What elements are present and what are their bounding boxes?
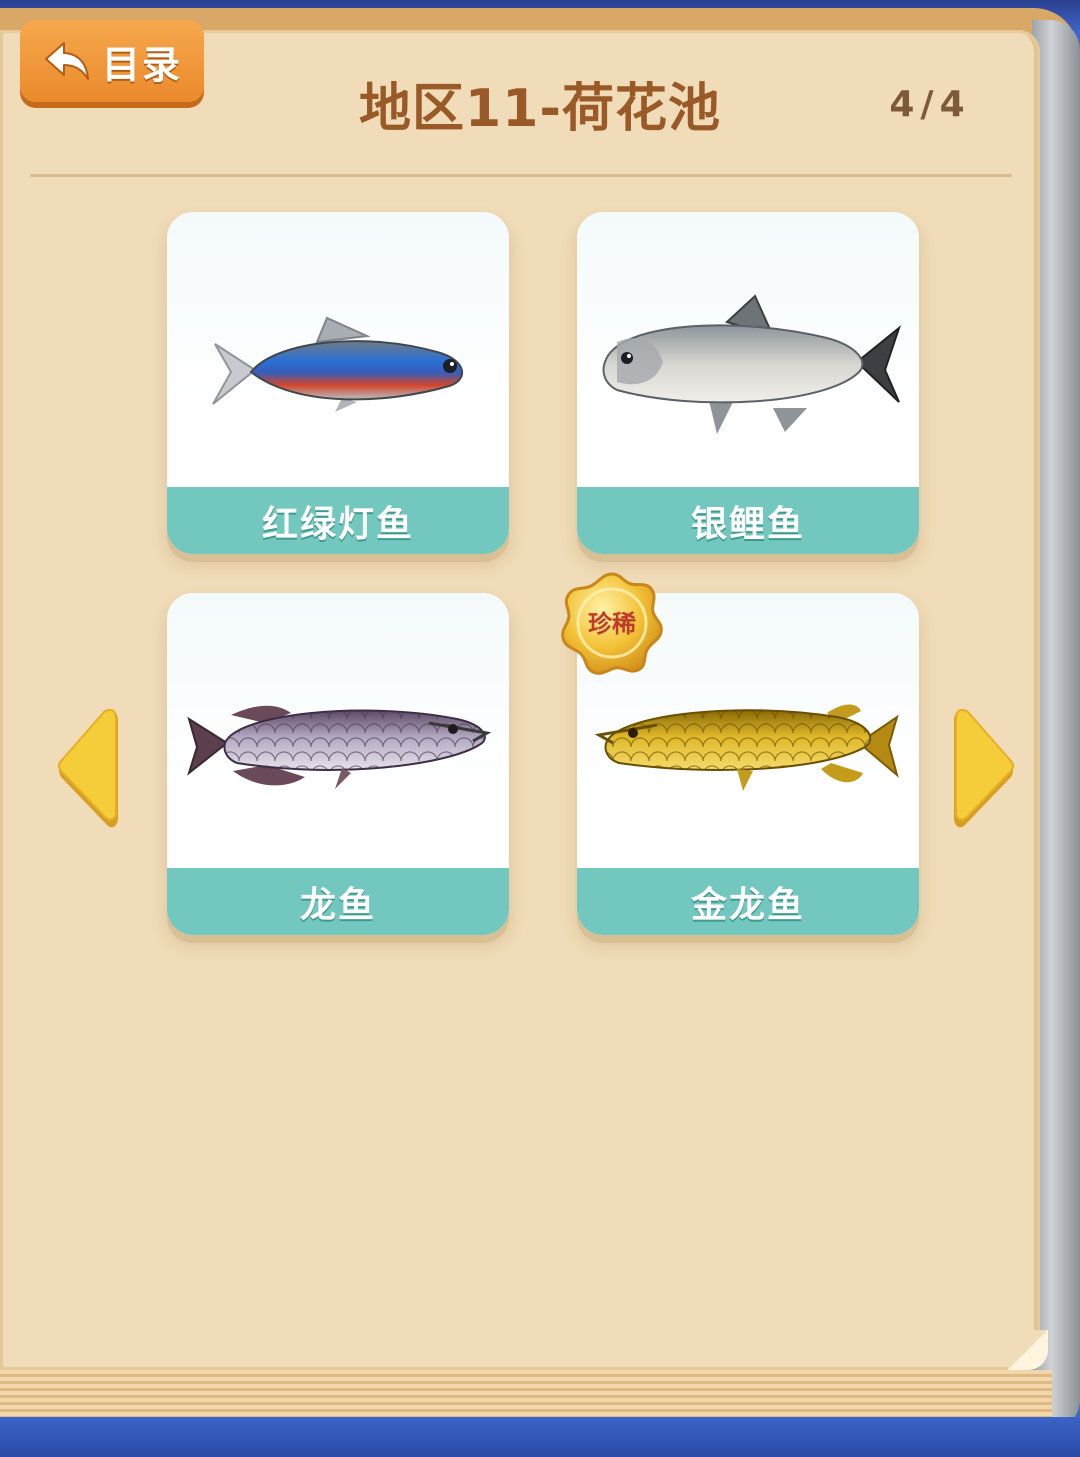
- fish-name: 龙鱼: [299, 884, 376, 926]
- next-page-button[interactable]: [952, 708, 1016, 832]
- fish-name: 红绿灯鱼: [261, 503, 414, 545]
- back-to-catalog-button[interactable]: 目录: [20, 20, 204, 102]
- prev-page-button[interactable]: [56, 708, 120, 832]
- fish-card-label-bar: 银鲤鱼: [577, 487, 919, 554]
- fish-card-silver-carp[interactable]: 银鲤鱼: [577, 212, 919, 554]
- return-arrow-icon: [44, 42, 89, 80]
- book-page-edges: [0, 1370, 1052, 1423]
- fish-card-label-bar: 龙鱼: [167, 868, 509, 935]
- fish-card-arowana[interactable]: 龙鱼: [167, 593, 509, 935]
- fish-name: 金龙鱼: [690, 884, 805, 926]
- rare-badge-label: 珍稀: [588, 610, 636, 638]
- arrow-left-icon: [58, 708, 118, 828]
- page-curl-corner: [1008, 1330, 1048, 1370]
- fish-card-neon-tetra[interactable]: 红绿灯鱼: [167, 212, 509, 554]
- neon-tetra-fish-image: [167, 212, 509, 488]
- fish-card-label-bar: 金龙鱼: [577, 868, 919, 935]
- header-divider: [30, 174, 1012, 177]
- fish-card-label-bar: 红绿灯鱼: [167, 487, 509, 554]
- page-title: 地区11-荷花池: [359, 79, 721, 139]
- arrow-right-icon: [954, 708, 1014, 828]
- page-indicator: 4/4: [889, 84, 971, 125]
- window-bottom-strip: [0, 1417, 1080, 1457]
- fish-name: 银鲤鱼: [690, 503, 805, 545]
- back-button-label: 目录: [101, 42, 182, 87]
- arowana-fish-image: [167, 593, 509, 869]
- silver-carp-fish-image: [577, 212, 919, 488]
